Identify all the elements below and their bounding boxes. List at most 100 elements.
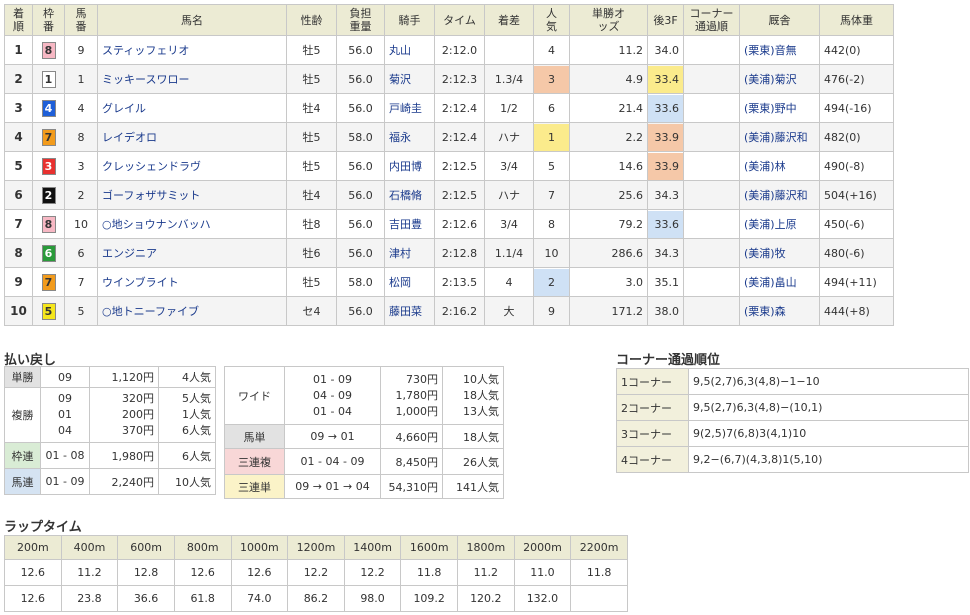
jockey-cell: 内田博 <box>384 151 435 181</box>
trainer-link[interactable]: (美浦)畠山 <box>744 276 797 289</box>
jockey-cell: 津村 <box>384 238 435 268</box>
trainer-link[interactable]: (美浦)林 <box>744 160 786 173</box>
corner-title: コーナー通過順位 <box>616 353 721 368</box>
margin-cell <box>484 35 534 65</box>
lap-table: 200m 400m 600m 800m 1000m 1200m 1400m 1600m 1800… <box>4 535 628 612</box>
weight-cell: 58.0 <box>336 267 385 297</box>
payout-win-popularity: 4人気 <box>158 366 216 388</box>
header-sex-age: 性齢 <box>286 4 337 36</box>
lap-cumulative-cell: 98.0 <box>343 585 402 612</box>
header-odds: 単勝オ ッズ <box>569 4 648 36</box>
payout-win-label: 単勝 <box>4 366 41 388</box>
header-margin: 着差 <box>484 4 534 36</box>
last-3f-value: 33.6 <box>648 210 683 238</box>
trainer-link[interactable]: (美浦)牧 <box>744 247 786 260</box>
rank-cell: 2 <box>4 64 33 94</box>
wide-popularity: 10人気 <box>463 372 499 386</box>
jockey-cell: 吉田豊 <box>384 209 435 239</box>
lap-cumulative-cell: 109.2 <box>400 585 458 612</box>
body-weight-cell: 444(+8) <box>819 296 894 326</box>
umaban-cell: 5 <box>64 296 98 326</box>
jockey-link[interactable]: 松岡 <box>389 276 411 289</box>
trainer-cell: (美浦)菊沢 <box>739 64 820 94</box>
place-amount: 370円 <box>122 424 154 437</box>
trainer-link[interactable]: (栗東)森 <box>744 305 786 318</box>
horse-name-cell: ゴーフォザサミット <box>97 180 287 210</box>
corner-row: 3コーナー 9(2,5)7(6,8)3(4,1)10 <box>616 420 969 447</box>
sex-age-cell: 牡5 <box>286 64 337 94</box>
jockey-link[interactable]: 戸崎圭 <box>389 102 422 115</box>
payout-trifecta-amount: 54,310円 <box>380 474 443 499</box>
horse-name-link[interactable]: ○地ショウナンバッハ <box>102 218 211 231</box>
popularity-value: 6 <box>548 101 555 115</box>
place-number: 09 <box>58 392 72 405</box>
trainer-cell: (美浦)藤沢和 <box>739 180 820 210</box>
payout-trifecta-row: 三連単 09 → 01 → 04 54,310円 141人気 <box>224 474 504 499</box>
horse-name-link[interactable]: スティッフェリオ <box>102 44 189 57</box>
jockey-link[interactable]: 福永 <box>389 131 411 144</box>
lap-time-cell: 11.0 <box>513 559 572 586</box>
trainer-link[interactable]: (美浦)藤沢和 <box>744 189 808 202</box>
umaban-cell: 6 <box>64 238 98 268</box>
trainer-link[interactable]: (美浦)上原 <box>744 218 797 231</box>
horse-name-link[interactable]: レイデオロ <box>102 131 157 144</box>
last-3f-cell: 34.3 <box>647 180 684 210</box>
margin-cell: 3/4 <box>484 209 534 239</box>
payout-wide-popularities: 10人気 18人気 13人気 <box>442 366 504 425</box>
jockey-link[interactable]: 藤田菜 <box>389 305 422 318</box>
wide-amount: 1,000円 <box>395 404 439 418</box>
horse-name-link[interactable]: ゴーフォザサミット <box>102 189 200 202</box>
odds-cell: 25.6 <box>569 180 648 210</box>
waku-cell: 7 <box>32 267 65 297</box>
last-3f-cell: 38.0 <box>647 296 684 326</box>
payout-wide-numbers: 01 - 09 04 - 09 01 - 04 <box>284 366 381 425</box>
result-row: 5 3 3 クレッシェンドラヴ 牡5 56.0 内田博 2:12.5 3/4 5 14.6 33.9(… <box>4 151 894 181</box>
rank-cell: 6 <box>4 180 33 210</box>
trainer-link[interactable]: (栗東)野中 <box>744 102 797 115</box>
jockey-link[interactable]: 吉田豊 <box>389 218 422 231</box>
trainer-link[interactable]: (美浦)藤沢和 <box>744 131 808 144</box>
corner-order-cell <box>683 151 740 181</box>
popularity-cell: 1 <box>533 122 570 152</box>
horse-name-link[interactable]: ○地トニーファイブ <box>102 305 199 318</box>
horse-name-link[interactable]: クレッシェンドラヴ <box>102 160 201 173</box>
payout-wakuren-label: 枠連 <box>4 442 41 469</box>
corner-label: 4コーナー <box>616 446 689 473</box>
header-waku: 枠番 <box>32 4 65 36</box>
body-weight-cell: 494(+11) <box>819 267 894 297</box>
jockey-link[interactable]: 丸山 <box>389 44 411 57</box>
lap-cumulative-row: 12.6 23.8 36.6 61.8 74.0 86.2 98.0 109.2 120.2 13… <box>4 585 628 612</box>
corner-order-cell <box>683 296 740 326</box>
trainer-link[interactable]: (栗東)音無 <box>744 44 797 57</box>
payout-umatan-number: 09 → 01 <box>284 424 381 449</box>
waku-cell: 8 <box>32 35 65 65</box>
popularity-cell: 9 <box>533 296 570 326</box>
waku-cell: 2 <box>32 180 65 210</box>
horse-name-link[interactable]: グレイル <box>102 102 146 115</box>
sex-age-cell: 牡5 <box>286 267 337 297</box>
horse-name-link[interactable]: ウインブライト <box>102 276 179 289</box>
jockey-link[interactable]: 内田博 <box>389 160 422 173</box>
waku-badge: 6 <box>41 244 56 262</box>
wide-number: 01 - 09 <box>313 372 352 386</box>
trainer-link[interactable]: (美浦)菊沢 <box>744 73 797 86</box>
popularity-value: 1 <box>534 123 569 151</box>
odds-cell: 14.6 <box>569 151 648 181</box>
jockey-link[interactable]: 石橋脩 <box>389 189 422 202</box>
payout-win-number: 09 <box>40 366 90 388</box>
umaban-cell: 1 <box>64 64 98 94</box>
payout-trifecta-label: 三連単 <box>224 474 285 499</box>
horse-name-link[interactable]: エンジニア <box>102 247 157 260</box>
popularity-value: 9 <box>548 304 555 318</box>
lap-time-cell: 11.2 <box>60 559 119 586</box>
jockey-link[interactable]: 津村 <box>389 247 411 260</box>
jockey-link[interactable]: 菊沢 <box>389 73 411 86</box>
header-time: タイム <box>434 4 485 36</box>
popularity-value: 4 <box>548 43 555 57</box>
header-umaban: 馬番 <box>64 4 98 36</box>
result-row: 4 7 8 レイデオロ 牡5 58.0 福永 2:12.4 ハナ 1 2.2 33.9 (美浦)藤沢和 4… <box>4 122 894 152</box>
umaban-cell: 10 <box>64 209 98 239</box>
payout-wide-amounts: 730円 1,780円 1,000円 <box>380 366 443 425</box>
horse-name-link[interactable]: ミッキースワロー <box>102 73 189 86</box>
weight-cell: 56.0 <box>336 93 385 123</box>
